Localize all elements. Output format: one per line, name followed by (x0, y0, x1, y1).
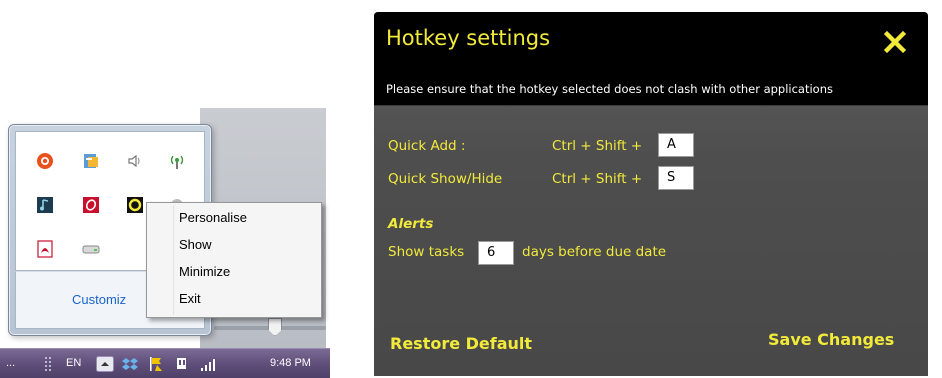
dialog-title: Hotkey settings (386, 26, 551, 50)
alerts-suffix: days before due date (522, 244, 667, 260)
tray-screenshot: Customiz Personalise Show Minimize Exit … (0, 0, 330, 378)
close-button[interactable] (878, 26, 912, 58)
menu-gutter-divider (173, 205, 174, 315)
customize-link[interactable]: Customiz (72, 292, 126, 307)
quick-show-hide-modifiers: Ctrl + Shift + (552, 171, 643, 187)
pdf-icon[interactable] (36, 240, 54, 258)
speaker-icon[interactable] (126, 152, 144, 170)
menu-item-show[interactable]: Show (179, 234, 317, 256)
grip-icon (44, 356, 60, 372)
tray-context-menu: Personalise Show Minimize Exit (146, 202, 322, 318)
language-indicator[interactable]: EN (66, 357, 81, 369)
menu-item-minimize[interactable]: Minimize (179, 261, 317, 283)
show-hidden-icons-button[interactable] (96, 356, 114, 372)
quick-show-hide-key-input[interactable]: S (658, 166, 694, 190)
menu-item-personalise[interactable]: Personalise (179, 207, 317, 229)
quick-add-key-input[interactable]: A (658, 133, 694, 157)
taskbar-clock[interactable]: 9:48 PM (270, 357, 311, 369)
dropbox-icon[interactable] (122, 356, 138, 372)
dialog-header: Hotkey settings Please ensure that the h… (374, 12, 928, 106)
quick-add-modifiers: Ctrl + Shift + (552, 138, 643, 154)
taskbar: ... EN 9:48 PM (0, 348, 330, 378)
yellow-ring-app-icon[interactable] (126, 196, 144, 214)
wifi-antenna-icon[interactable] (168, 152, 186, 170)
action-center-flag-icon[interactable] (148, 356, 164, 372)
signal-strength-icon[interactable] (200, 356, 216, 372)
restore-default-button[interactable]: Restore Default (390, 334, 532, 353)
alerts-prefix: Show tasks (388, 244, 465, 260)
quick-show-hide-label: Quick Show/Hide (388, 171, 503, 187)
quick-add-label: Quick Add : (388, 138, 466, 154)
taskbar-overflow-dots[interactable]: ... (6, 357, 15, 369)
red-app-icon[interactable] (82, 196, 100, 214)
orange-circle-app-icon[interactable] (36, 152, 54, 170)
menu-item-exit[interactable]: Exit (179, 288, 317, 310)
drive-icon[interactable] (82, 240, 100, 258)
hotkey-settings-dialog: Hotkey settings Please ensure that the h… (374, 12, 928, 376)
power-plug-icon[interactable] (174, 356, 190, 372)
blue-document-app-icon[interactable] (82, 152, 100, 170)
close-icon (884, 31, 906, 53)
alerts-heading: Alerts (388, 216, 434, 232)
music-note-icon[interactable] (36, 196, 54, 214)
save-changes-button[interactable]: Save Changes (768, 330, 894, 349)
alert-days-input[interactable]: 6 (478, 241, 514, 265)
dialog-subtitle: Please ensure that the hotkey selected d… (386, 82, 834, 96)
